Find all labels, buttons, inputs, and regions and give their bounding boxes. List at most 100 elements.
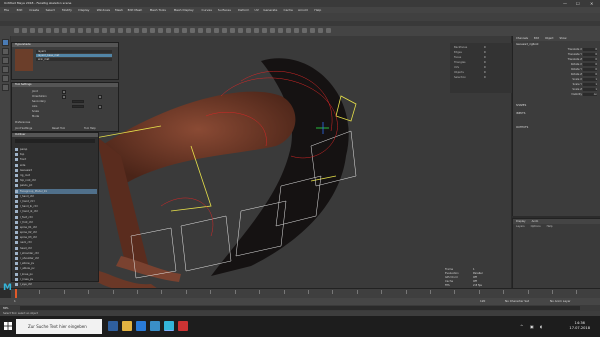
menu-help[interactable]: Help [314,8,321,12]
tray-chevron-icon[interactable]: ^ [520,324,523,329]
shelf-tool-icon[interactable] [14,28,19,33]
shelf-tool-icon[interactable] [110,28,115,33]
menu-deform[interactable]: Deform [238,8,249,12]
tab-channels[interactable]: Channels [513,36,531,41]
attribute-value-field[interactable]: 0 [583,53,597,56]
shelf-tool-icon[interactable] [286,28,291,33]
shelf-tool-icon[interactable] [326,28,331,33]
shelf-tool-icon[interactable] [238,28,243,33]
taskbar-search-box[interactable]: Zur Suche Text hier eingeben [16,319,102,334]
shelf-tool-icon[interactable] [254,28,259,33]
shelf-tool-icon[interactable] [294,28,299,33]
menu-edit-mesh[interactable]: Edit Mesh [128,8,143,12]
shelf-tool-icon[interactable] [22,28,27,33]
range-start[interactable]: 1 [14,299,16,303]
shelf-tool-icon[interactable] [246,28,251,33]
rotate-tool-icon[interactable] [2,75,9,82]
attribute-value-field[interactable]: 0 [583,73,597,76]
shelf-tool-icon[interactable] [134,28,139,33]
menu-cache[interactable]: Cache [284,8,293,12]
shelf-tool-icon[interactable] [94,28,99,33]
shelf-tool-icon[interactable] [302,28,307,33]
scale-tool-icon[interactable] [2,84,9,91]
lasso-tool-icon[interactable] [2,48,9,55]
shelf-tool-icon[interactable] [214,28,219,33]
menu-modify[interactable]: Modify [62,8,72,12]
setting-checkbox[interactable] [98,95,102,99]
outliner-panel[interactable]: Outliner persp top front side Genesis3 rig_ro… [11,132,99,307]
hypershade-window[interactable]: Hypershade layer1 layer2_base_mat skin_m… [11,42,119,80]
file-explorer-icon[interactable] [122,321,132,331]
tool-settings-window[interactable]: Tool Settings Joint Orientation Secondar… [11,82,119,132]
outliner-search-input[interactable] [15,139,95,143]
shelf-tool-icon[interactable] [38,28,43,33]
tab-edit[interactable]: Edit [531,36,542,41]
shelf-tool-icon[interactable] [166,28,171,33]
store-icon[interactable] [150,321,160,331]
material-row[interactable]: layer1 [36,50,112,53]
shelf-tool-icon[interactable] [206,28,211,33]
shelf-tool-icon[interactable] [230,28,235,33]
shelf-tool-icon[interactable] [270,28,275,33]
menu-select[interactable]: Select [46,8,55,12]
joint-settings-link[interactable]: Joint Settings [15,127,32,130]
shelf-tool-icon[interactable] [62,28,67,33]
menu-display[interactable]: Display [78,8,89,12]
shelf-tool-icon[interactable] [118,28,123,33]
attribute-value-field[interactable]: 0 [583,63,597,66]
shelf-tool-icon[interactable] [182,28,187,33]
maximize-button[interactable]: ☐ [576,1,580,6]
reset-tool-button[interactable]: Reset Tool [52,127,65,130]
range-end[interactable]: 120 [480,299,485,303]
minimize-button[interactable]: — [563,1,567,6]
attribute-value-field[interactable]: 1 [583,88,597,91]
layer-editor[interactable]: Display Anim Layers Options Help [512,218,600,288]
shelf-tool-icon[interactable] [310,28,315,33]
shelf-tool-icon[interactable] [70,28,75,33]
attribute-value-field[interactable]: 0 [583,48,597,51]
command-language-label[interactable]: MEL [3,306,9,310]
setting-field[interactable] [72,100,84,103]
setting-checkbox[interactable] [62,95,66,99]
maya-taskbar-icon[interactable] [164,321,174,331]
shelf-tool-icon[interactable] [54,28,59,33]
windows-start-icon[interactable] [4,322,12,330]
opera-icon[interactable] [178,321,188,331]
menu-arnold[interactable]: Arnold [298,8,308,12]
edge-browser-icon[interactable] [136,321,146,331]
shelf-tool-icon[interactable] [150,28,155,33]
attribute-value-field[interactable]: on [583,93,597,96]
menu-file[interactable]: File [4,8,9,12]
select-tool-icon[interactable] [2,39,9,46]
menu-uv[interactable]: UV [255,8,259,12]
range-slider[interactable]: 1 120 No Character Set No Anim Layer [0,298,600,305]
shelf-tool-icon[interactable] [174,28,179,33]
shelf-tool-icon[interactable] [30,28,35,33]
menu-mesh[interactable]: Mesh [115,8,123,12]
time-slider[interactable] [11,288,600,299]
menu-mesh-tools[interactable]: Mesh Tools [150,8,166,12]
attribute-value-field[interactable]: 1 [583,78,597,81]
menu-curves[interactable]: Curves [202,8,212,12]
move-tool-icon[interactable] [2,66,9,73]
help-menu[interactable]: Help [544,224,556,229]
material-row[interactable]: skin_mat [36,58,112,61]
menu-surfaces[interactable]: Surfaces [218,8,231,12]
menu-windows[interactable]: Windows [97,8,110,12]
menu-mesh-display[interactable]: Mesh Display [174,8,194,12]
shelf-tool-icon[interactable] [262,28,267,33]
options-menu[interactable]: Options [528,224,544,229]
shelf-tool-icon[interactable] [158,28,163,33]
taskbar-clock[interactable]: 14:36 17.07.2018 [569,321,590,331]
shelf-tool-icon[interactable] [318,28,323,33]
shelf-tool-icon[interactable] [102,28,107,33]
network-icon[interactable]: ▣ [530,324,534,329]
attribute-value-field[interactable]: 0 [583,58,597,61]
node-name[interactable]: Genesis3_rigRoot [516,43,539,46]
menu-edit[interactable]: Edit [17,8,23,12]
close-button[interactable]: ✕ [590,1,593,6]
volume-icon[interactable]: ◖ [540,324,542,329]
character-set-menu[interactable]: No Character Set [505,299,529,303]
tab-show[interactable]: Show [556,36,569,41]
command-input[interactable] [20,306,580,310]
